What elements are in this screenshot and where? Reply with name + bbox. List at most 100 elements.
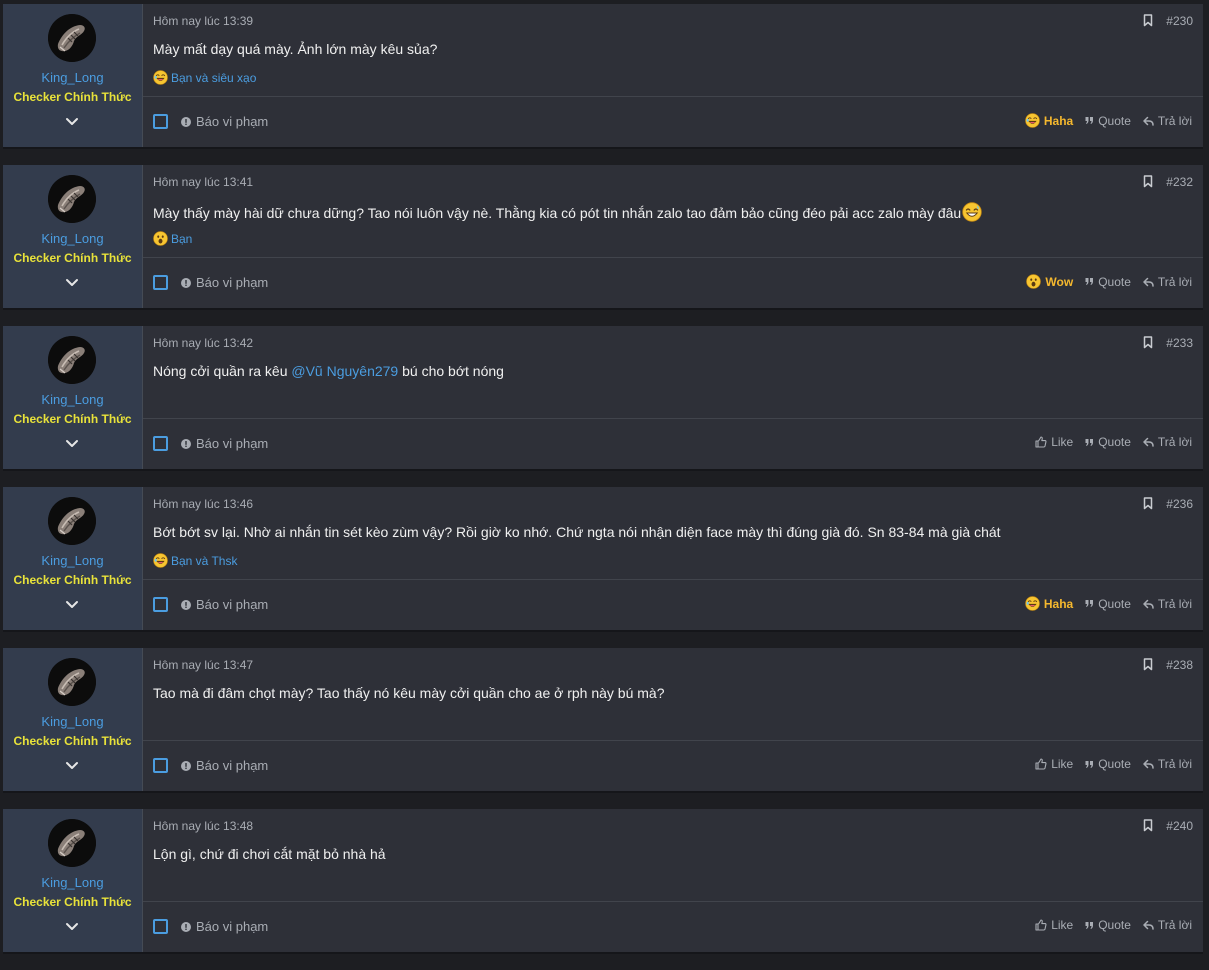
chevron-down-icon[interactable] (65, 761, 79, 771)
report-link[interactable]: Báo vi phạm (181, 919, 268, 934)
react-label: Haha (1043, 596, 1074, 611)
wow-emoji-icon (1026, 274, 1042, 289)
quote-icon (1085, 278, 1094, 285)
username[interactable]: King_Long (3, 70, 142, 85)
user-mention-link[interactable]: @Vũ Nguyên279 (291, 363, 398, 379)
quote-icon (1085, 760, 1094, 768)
post-actions: Haha Quote Trả lời (1025, 596, 1192, 611)
chevron-down-icon[interactable] (65, 278, 79, 288)
post-240: King_Long Checker Chính Thức Hôm nay lúc… (3, 809, 1203, 954)
quote-icon (1085, 438, 1094, 446)
reply-button[interactable]: Trả lời (1143, 435, 1192, 449)
quote-label: Quote (1098, 435, 1131, 449)
bookmark-icon[interactable] (1143, 336, 1153, 349)
reaction-summary-text: Bạn (171, 231, 193, 246)
post-main: Hôm nay lúc 13:42 #233 Nóng cởi quần ra … (143, 326, 1203, 469)
post-233: King_Long Checker Chính Thức Hôm nay lúc… (3, 326, 1203, 471)
post-number[interactable]: #232 (1166, 175, 1193, 189)
select-checkbox[interactable] (153, 758, 168, 773)
quote-button[interactable]: Quote (1085, 597, 1131, 611)
react-button[interactable]: Haha (1025, 596, 1073, 611)
quote-button[interactable]: Quote (1085, 757, 1131, 771)
reaction-summary[interactable]: Bạn (153, 231, 192, 246)
reply-button[interactable]: Trả lời (1143, 114, 1192, 128)
reply-button[interactable]: Trả lời (1143, 918, 1192, 932)
post-footer: Báo vi phạm Wow Quote Trả lời (143, 257, 1203, 308)
post-number[interactable]: #236 (1166, 497, 1193, 511)
select-checkbox[interactable] (153, 919, 168, 934)
react-label: Like (1051, 918, 1074, 932)
avatar-image (48, 336, 96, 384)
wow-emoji-icon (153, 231, 168, 246)
post-date[interactable]: Hôm nay lúc 13:48 (153, 819, 253, 833)
react-button[interactable]: Like (1035, 918, 1073, 932)
chevron-down-icon[interactable] (65, 922, 79, 932)
bookmark-icon[interactable] (1143, 819, 1153, 832)
post-date[interactable]: Hôm nay lúc 13:46 (153, 497, 253, 511)
username[interactable]: King_Long (3, 714, 142, 729)
reply-button[interactable]: Trả lời (1143, 757, 1192, 771)
bookmark-icon[interactable] (1143, 14, 1153, 27)
username[interactable]: King_Long (3, 231, 142, 246)
react-button[interactable]: Like (1035, 435, 1073, 449)
username[interactable]: King_Long (3, 875, 142, 890)
chevron-down-icon[interactable] (65, 117, 79, 127)
bookmark-icon[interactable] (1143, 497, 1153, 510)
chevron-down-icon[interactable] (65, 600, 79, 610)
user-title-banner: Checker Chính Thức (13, 573, 132, 587)
chevron-down-icon[interactable] (65, 439, 79, 449)
post-number[interactable]: #240 (1166, 819, 1193, 833)
report-label: Báo vi phạm (196, 275, 269, 290)
laughing-emoji-icon (1025, 113, 1040, 128)
reply-arrow-icon (1143, 116, 1154, 126)
user-title-banner: Checker Chính Thức (13, 734, 132, 748)
reply-button[interactable]: Trả lời (1143, 597, 1192, 611)
quote-button[interactable]: Quote (1085, 114, 1131, 128)
bookmark-icon[interactable] (1143, 658, 1153, 671)
username[interactable]: King_Long (3, 392, 142, 407)
react-button[interactable]: Like (1035, 757, 1073, 771)
select-checkbox[interactable] (153, 114, 168, 129)
select-checkbox[interactable] (153, 275, 168, 290)
user-title-banner: Checker Chính Thức (13, 895, 132, 909)
avatar[interactable] (48, 819, 96, 867)
reaction-summary[interactable]: Bạn và Thsk (153, 553, 237, 568)
post-date[interactable]: Hôm nay lúc 13:42 (153, 336, 253, 350)
report-link[interactable]: Báo vi phạm (181, 114, 268, 129)
quote-button[interactable]: Quote (1085, 435, 1131, 449)
post-footer: Báo vi phạm Haha Quote Trả lời (143, 96, 1203, 147)
post-actions: Like Quote Trả lời (1035, 918, 1192, 932)
react-button[interactable]: Haha (1025, 113, 1073, 128)
message-text: Tao mà đi đâm chọt mày? Tao thấy nó kêu … (153, 685, 665, 701)
report-link[interactable]: Báo vi phạm (181, 275, 268, 290)
post-footer: Báo vi phạm Haha Quote Trả lời (143, 579, 1203, 630)
quote-label: Quote (1098, 274, 1131, 289)
post-date[interactable]: Hôm nay lúc 13:39 (153, 14, 253, 28)
post-date[interactable]: Hôm nay lúc 13:47 (153, 658, 253, 672)
post-number[interactable]: #238 (1166, 658, 1193, 672)
avatar[interactable] (48, 497, 96, 545)
post-date[interactable]: Hôm nay lúc 13:41 (153, 175, 253, 189)
react-button[interactable]: Wow (1026, 274, 1073, 289)
bookmark-icon[interactable] (1143, 175, 1153, 188)
report-link[interactable]: Báo vi phạm (181, 597, 268, 612)
post-actions: Haha Quote Trả lời (1025, 113, 1192, 128)
quote-button[interactable]: Quote (1085, 918, 1131, 932)
avatar[interactable] (48, 658, 96, 706)
post-number[interactable]: #230 (1166, 14, 1193, 28)
report-link[interactable]: Báo vi phạm (181, 436, 268, 451)
reply-arrow-icon (1143, 277, 1154, 287)
reply-button[interactable]: Trả lời (1143, 275, 1192, 289)
reply-arrow-icon (1143, 599, 1154, 609)
reaction-summary[interactable]: Bạn và siêu xạo (153, 70, 256, 85)
avatar[interactable] (48, 336, 96, 384)
report-link[interactable]: Báo vi phạm (181, 758, 268, 773)
avatar[interactable] (48, 175, 96, 223)
quote-button[interactable]: Quote (1085, 275, 1131, 289)
info-icon (181, 760, 191, 771)
select-checkbox[interactable] (153, 436, 168, 451)
select-checkbox[interactable] (153, 597, 168, 612)
avatar[interactable] (48, 14, 96, 62)
post-number[interactable]: #233 (1166, 336, 1193, 350)
username[interactable]: King_Long (3, 553, 142, 568)
